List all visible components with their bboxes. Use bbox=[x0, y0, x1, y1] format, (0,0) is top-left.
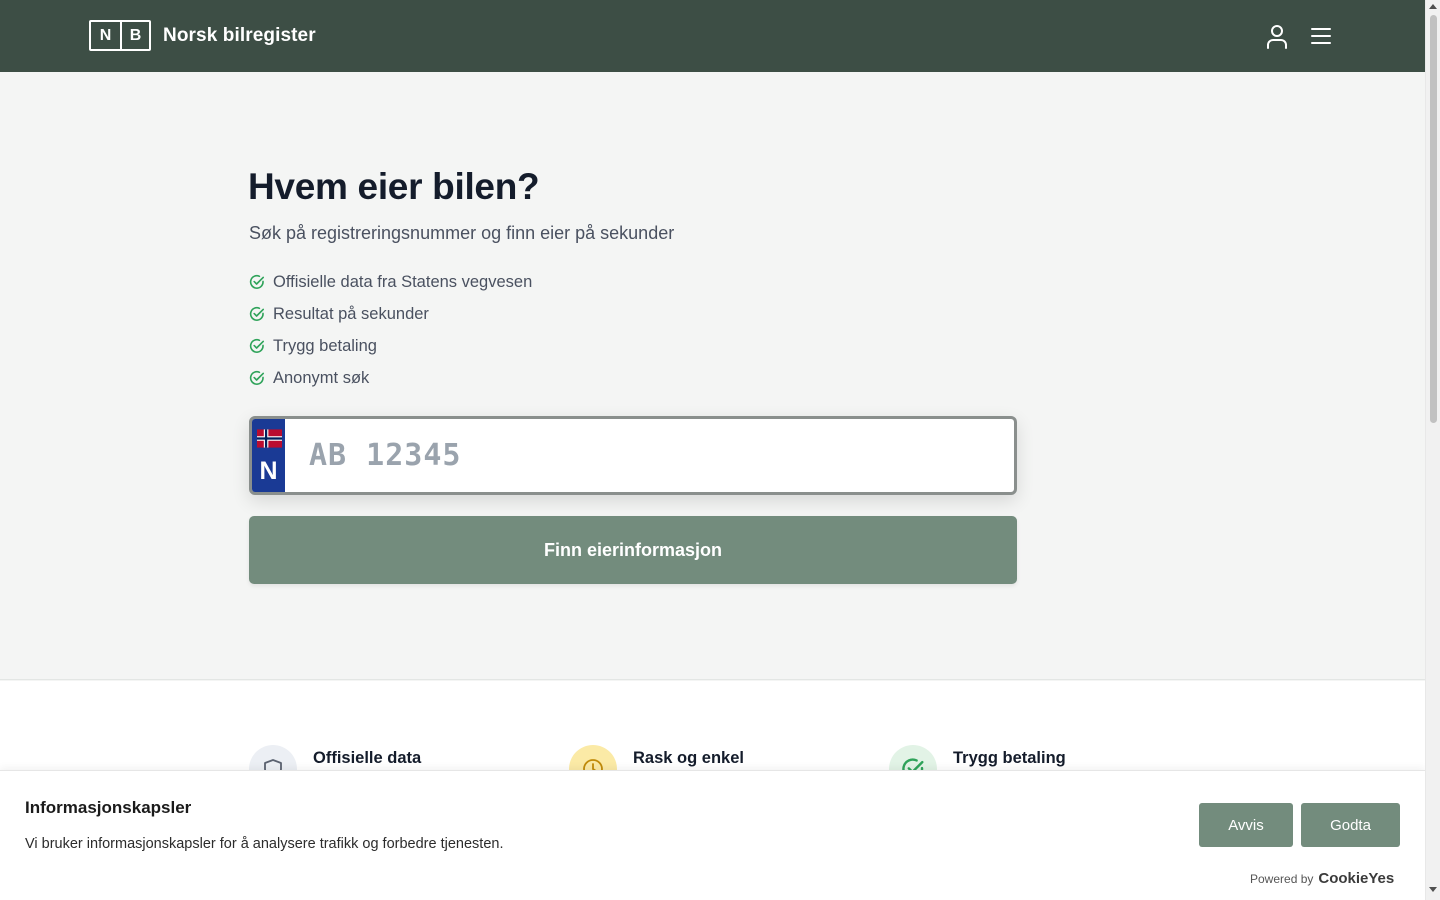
cookie-banner: Informasjonskapsler Vi bruker informasjo… bbox=[0, 770, 1425, 900]
scroll-up-arrow-icon[interactable] bbox=[1429, 4, 1437, 9]
check-circle-icon bbox=[249, 370, 264, 385]
user-icon[interactable] bbox=[1265, 23, 1289, 49]
cookie-banner-text: Vi bruker informasjonskapsler for å anal… bbox=[25, 836, 504, 852]
reject-cookies-button[interactable]: Avvis bbox=[1199, 803, 1293, 847]
feature-item: Anonymt søk bbox=[249, 362, 532, 394]
scrollbar-thumb[interactable] bbox=[1430, 15, 1437, 423]
site-header: N B Norsk bilregister bbox=[0, 0, 1425, 72]
feature-label: Offisielle data fra Statens vegvesen bbox=[273, 272, 533, 291]
logo-letter-b: B bbox=[120, 22, 149, 49]
scroll-down-arrow-icon[interactable] bbox=[1429, 887, 1437, 892]
feature-item: Offisielle data fra Statens vegvesen bbox=[249, 266, 532, 298]
feature-item: Resultat på sekunder bbox=[249, 298, 532, 330]
norway-flag-icon bbox=[257, 429, 282, 448]
check-circle-icon bbox=[249, 306, 264, 321]
plate-number-input[interactable] bbox=[309, 419, 989, 492]
page-title: Hvem eier bilen? bbox=[248, 166, 540, 207]
hero-subtitle: Søk på registreringsnummer og finn eier … bbox=[249, 223, 675, 243]
logo-mark: N B bbox=[89, 20, 151, 51]
check-circle-icon bbox=[249, 274, 264, 289]
feature-list: Offisielle data fra Statens vegvesen Res… bbox=[249, 266, 532, 394]
logo-letter-n: N bbox=[99, 26, 112, 44]
site-title: Norsk bilregister bbox=[163, 24, 316, 46]
site-logo[interactable]: N B Norsk bilregister bbox=[89, 20, 316, 51]
plate-country-code: N bbox=[259, 457, 278, 485]
menu-icon[interactable] bbox=[1309, 24, 1333, 48]
accept-cookies-button[interactable]: Godta bbox=[1301, 803, 1400, 847]
powered-by[interactable]: Powered by CookieYes bbox=[1250, 870, 1394, 887]
license-plate-field[interactable]: N bbox=[249, 416, 1017, 495]
cookieyes-logo: CookieYes bbox=[1318, 870, 1395, 887]
feature-label: Trygg betaling bbox=[273, 336, 377, 355]
find-owner-button[interactable]: Finn eierinformasjon bbox=[249, 516, 1017, 584]
page-scrollbar[interactable] bbox=[1425, 0, 1440, 900]
check-circle-icon bbox=[249, 338, 264, 353]
plate-country-band: N bbox=[252, 419, 285, 492]
feature-item: Trygg betaling bbox=[249, 330, 532, 362]
powered-by-label: Powered by bbox=[1250, 871, 1314, 886]
cookie-banner-title: Informasjonskapsler bbox=[25, 798, 192, 817]
feature-label: Anonymt søk bbox=[273, 368, 370, 387]
feature-label: Resultat på sekunder bbox=[273, 304, 429, 323]
hero-section: Hvem eier bilen? Søk på registreringsnum… bbox=[0, 72, 1425, 680]
